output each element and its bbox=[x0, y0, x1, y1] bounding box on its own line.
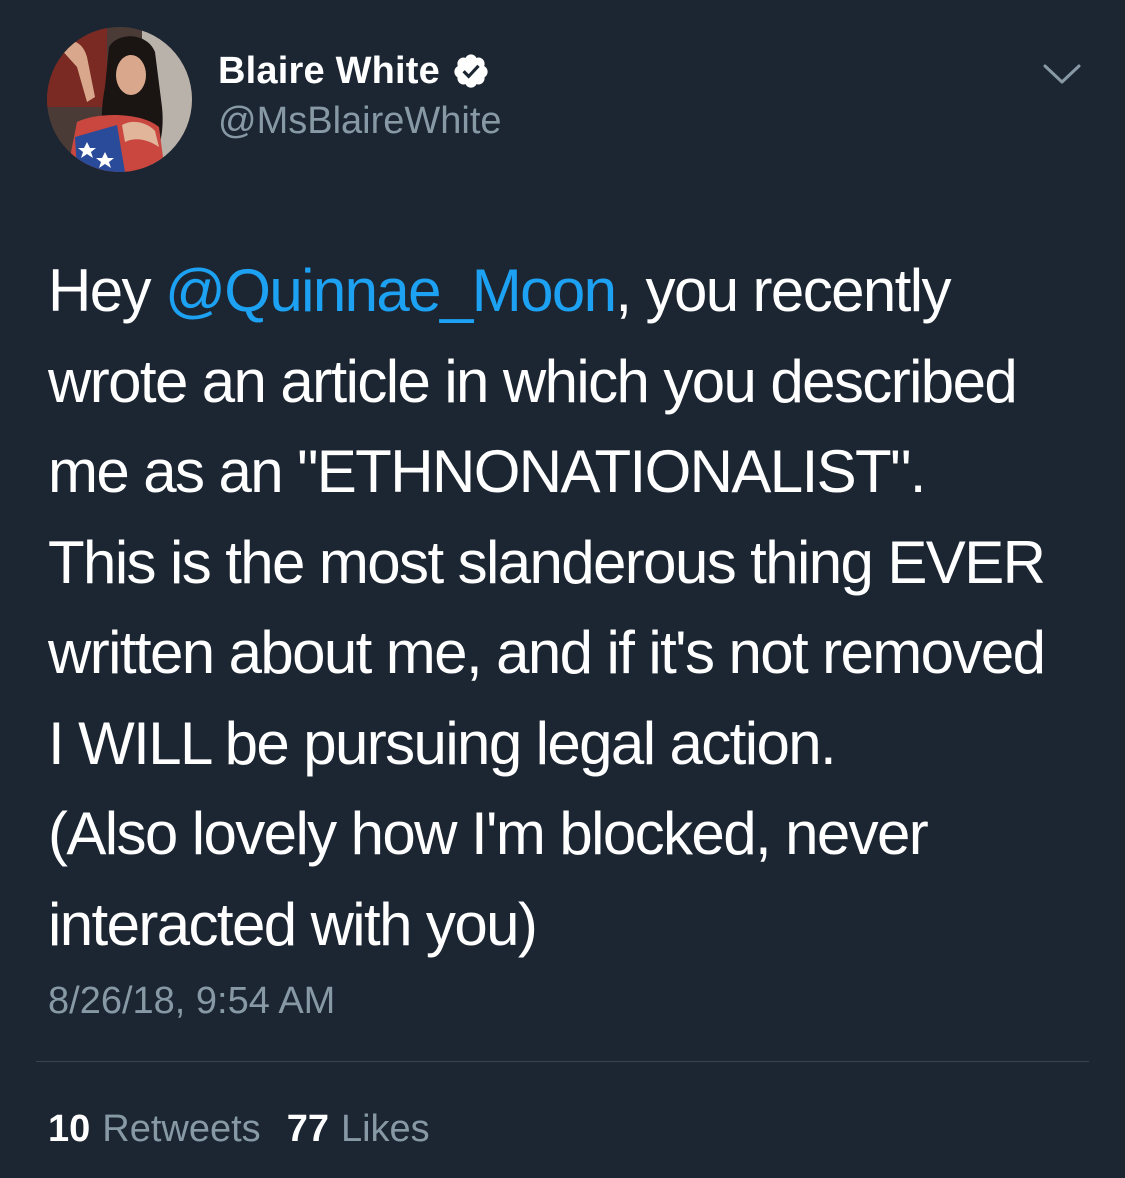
tweet-text-line: Hey @Quinnae_Moon, you recently bbox=[48, 246, 1108, 337]
tweet-text-line: This is the most slanderous thing EVER bbox=[48, 528, 1046, 596]
tweet-text-line: interacted with you) bbox=[48, 890, 538, 958]
likes-stat[interactable]: 77 Likes bbox=[287, 1108, 430, 1151]
tweet-detail: Blaire White @MsBlaireWhite Hey @Quinnae… bbox=[0, 0, 1125, 1178]
author-name-row[interactable]: Blaire White bbox=[218, 48, 490, 94]
chevron-down-icon[interactable] bbox=[1042, 58, 1082, 88]
tweet-timestamp[interactable]: 8/26/18, 9:54 AM bbox=[48, 980, 335, 1023]
tweet-text-line: written about me, and if it's not remove… bbox=[48, 619, 1046, 686]
tweet-text-line: I WILL be pursuing legal action. bbox=[48, 709, 837, 777]
profile-photo bbox=[47, 27, 192, 172]
retweets-count: 10 bbox=[48, 1108, 91, 1150]
mention-link[interactable]: @Quinnae_Moon bbox=[165, 257, 617, 324]
tweet-stats: 10 Retweets 77 Likes bbox=[48, 1108, 456, 1151]
verified-badge-icon bbox=[454, 54, 488, 88]
retweets-stat[interactable]: 10 Retweets bbox=[48, 1108, 261, 1151]
likes-label: Likes bbox=[340, 1108, 430, 1150]
author-handle[interactable]: @MsBlaireWhite bbox=[218, 100, 502, 143]
tweet-text-segment: Hey bbox=[48, 257, 165, 324]
retweets-label: Retweets bbox=[102, 1108, 261, 1150]
tweet-text-line: me as an "ETHNONATIONALIST". bbox=[48, 438, 926, 505]
author-display-name[interactable]: Blaire White bbox=[218, 50, 440, 93]
divider bbox=[36, 1061, 1089, 1062]
avatar[interactable] bbox=[47, 27, 192, 172]
tweet-text-line: wrote an article in which you described bbox=[48, 347, 1018, 415]
tweet-text-segment: , you recently bbox=[615, 257, 951, 324]
likes-count: 77 bbox=[286, 1108, 329, 1150]
tweet-text-line: (Also lovely how I'm blocked, never bbox=[48, 800, 929, 867]
tweet-text: Hey @Quinnae_Moon, you recently wrote an… bbox=[48, 246, 1108, 970]
